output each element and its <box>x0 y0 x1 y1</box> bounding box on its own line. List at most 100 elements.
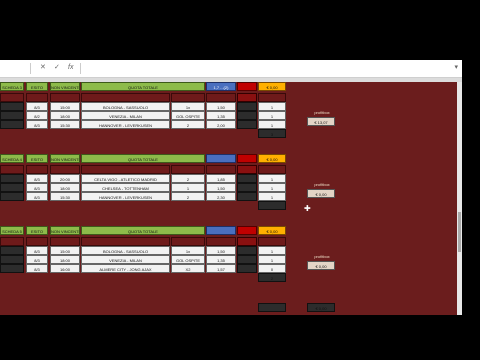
header-date[interactable] <box>26 93 48 102</box>
match-status[interactable] <box>237 111 257 120</box>
match-date[interactable]: 8/3 <box>26 246 48 255</box>
match-status[interactable] <box>237 183 257 192</box>
match-teams[interactable]: BOLOGNA - SASSUOLO <box>81 246 170 255</box>
match-result-flag[interactable]: 1 <box>258 102 286 111</box>
match-date[interactable]: 8/3 <box>26 192 48 201</box>
header-odds[interactable] <box>206 237 236 246</box>
header-time[interactable] <box>50 93 80 102</box>
match-result-flag[interactable]: 1 <box>258 183 286 192</box>
match-teams[interactable]: BOLOGNA - SASSUOLO <box>81 102 170 111</box>
match-teams[interactable]: HANNOVER - LEVERKUSEN <box>81 192 170 201</box>
header-cell[interactable] <box>0 93 24 102</box>
match-pick[interactable]: 2 <box>171 192 205 201</box>
schedina-label[interactable]: SCHEDA 3 <box>0 82 24 91</box>
match-time[interactable]: 15:00 <box>50 102 80 111</box>
match-teams[interactable]: VENEZIA - MILAN <box>81 255 170 264</box>
header-pick[interactable] <box>171 93 205 102</box>
header-odds[interactable] <box>206 165 236 174</box>
match-result-flag[interactable]: 1 <box>258 246 286 255</box>
quota-value[interactable] <box>206 154 236 163</box>
header-teams[interactable] <box>81 237 170 246</box>
row-index[interactable] <box>0 246 24 255</box>
match-pick[interactable]: X2 <box>171 264 205 273</box>
match-status[interactable] <box>237 120 257 129</box>
header-cell[interactable] <box>0 237 24 246</box>
header-pick[interactable] <box>171 165 205 174</box>
match-time[interactable]: 18:00 <box>50 111 80 120</box>
fx-label[interactable]: fx <box>68 63 73 73</box>
profit-value[interactable]: € 0,00 <box>307 261 335 270</box>
header-teams[interactable] <box>81 93 170 102</box>
match-result-flag[interactable]: 1 <box>258 192 286 201</box>
match-status[interactable] <box>237 264 257 273</box>
stake-value[interactable]: € 0,00 <box>258 226 286 235</box>
match-pick[interactable]: 2 <box>171 120 205 129</box>
header-result[interactable] <box>258 237 286 246</box>
match-time[interactable]: 16:00 <box>50 264 80 273</box>
profit-value[interactable]: € 13,07 <box>307 117 335 126</box>
schedina-label[interactable]: SCHEDA 4 <box>0 154 24 163</box>
quota-value[interactable]: 1,7 ...(2) <box>206 82 236 91</box>
match-result-flag[interactable]: 1 <box>258 120 286 129</box>
match-result-flag[interactable]: 1 <box>258 255 286 264</box>
header-flag[interactable] <box>237 93 257 102</box>
match-time[interactable]: 18:00 <box>50 255 80 264</box>
row-index[interactable] <box>0 111 24 120</box>
vertical-scrollbar[interactable] <box>457 82 462 315</box>
match-odds[interactable]: 2,30 <box>206 192 236 201</box>
match-status[interactable] <box>237 174 257 183</box>
match-time[interactable]: 15:30 <box>50 120 80 129</box>
match-odds[interactable]: 1,50 <box>206 246 236 255</box>
chevron-down-icon[interactable]: ▾ <box>454 63 458 71</box>
match-pick[interactable]: 1x <box>171 246 205 255</box>
quota-label[interactable]: QUOTA TOTALE <box>81 226 205 235</box>
result-total[interactable]: 2 <box>258 273 286 282</box>
match-status[interactable] <box>237 102 257 111</box>
cell-reference[interactable] <box>0 63 10 73</box>
status-badge[interactable]: NON VINCENTE <box>50 154 80 163</box>
match-odds[interactable]: 1,35 <box>206 111 236 120</box>
esito-label[interactable]: ESITO <box>26 82 48 91</box>
footer-blank[interactable] <box>258 303 286 312</box>
match-pick[interactable]: 1x <box>171 102 205 111</box>
header-teams[interactable] <box>81 165 170 174</box>
match-status[interactable] <box>237 255 257 264</box>
match-teams[interactable]: VENEZIA - MILAN <box>81 111 170 120</box>
esito-label[interactable]: ESITO <box>26 154 48 163</box>
match-teams[interactable]: CELTA VIGO - ATLETICO MADRID <box>81 174 170 183</box>
match-odds[interactable]: 1,50 <box>206 183 236 192</box>
quota-label[interactable]: QUOTA TOTALE <box>81 154 205 163</box>
status-badge[interactable]: NON VINCENTE <box>50 82 80 91</box>
match-odds[interactable]: 1,50 <box>206 102 236 111</box>
match-odds[interactable]: 1,85 <box>206 174 236 183</box>
header-result[interactable] <box>258 93 286 102</box>
match-odds[interactable]: 1,57 <box>206 264 236 273</box>
esito-label[interactable]: ESITO <box>26 226 48 235</box>
red-cell[interactable] <box>237 226 257 235</box>
match-date[interactable]: 8/3 <box>26 183 48 192</box>
match-time[interactable]: 20:00 <box>50 174 80 183</box>
stake-value[interactable]: € 0,00 <box>258 82 286 91</box>
match-date[interactable]: 8/3 <box>26 255 48 264</box>
match-time[interactable]: 18:00 <box>50 183 80 192</box>
match-odds[interactable]: 2,00 <box>206 120 236 129</box>
match-time[interactable]: 15:00 <box>50 246 80 255</box>
header-result[interactable] <box>258 165 286 174</box>
match-pick[interactable]: GOL OSPITE <box>171 111 205 120</box>
header-odds[interactable] <box>206 93 236 102</box>
red-cell[interactable] <box>237 82 257 91</box>
row-index[interactable] <box>0 183 24 192</box>
row-index[interactable] <box>0 174 24 183</box>
status-badge[interactable]: NON VINCENTE <box>50 226 80 235</box>
red-cell[interactable] <box>237 154 257 163</box>
header-time[interactable] <box>50 237 80 246</box>
check-icon[interactable]: ✓ <box>54 63 60 73</box>
match-status[interactable] <box>237 246 257 255</box>
match-pick[interactable]: GOL OSPITE <box>171 255 205 264</box>
result-total[interactable] <box>258 201 286 210</box>
match-result-flag[interactable]: 0 <box>258 264 286 273</box>
match-result-flag[interactable]: 1 <box>258 111 286 120</box>
match-teams[interactable]: CHELSEA - TOTTENHAM <box>81 183 170 192</box>
row-index[interactable] <box>0 192 24 201</box>
header-pick[interactable] <box>171 237 205 246</box>
